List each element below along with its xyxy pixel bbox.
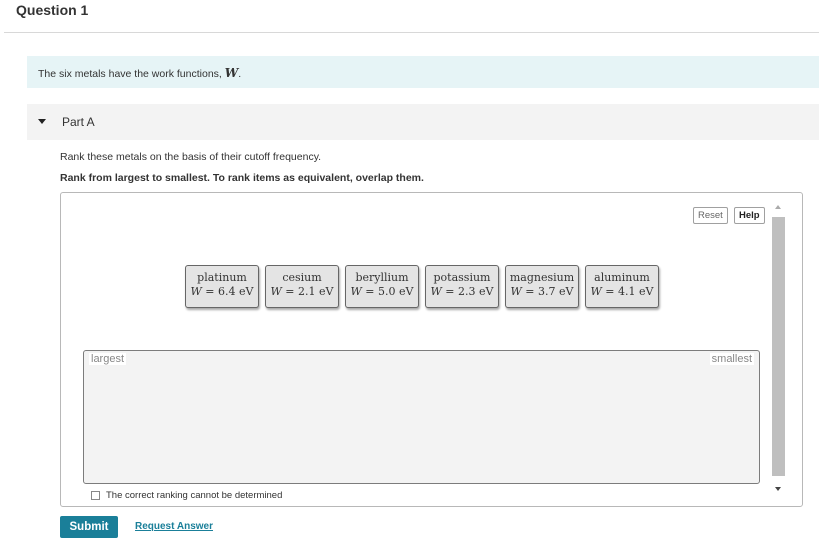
cannot-determine-label: The correct ranking cannot be determined: [106, 490, 283, 500]
tile-name: beryllium: [355, 271, 409, 284]
tile-variable: W: [510, 285, 522, 298]
scrollbar-thumb[interactable]: [772, 217, 785, 476]
tile-name: magnesium: [509, 271, 575, 284]
intro-box: The six metals have the work functions, …: [27, 56, 819, 88]
tile-variable: W: [430, 285, 442, 298]
caret-down-icon[interactable]: [38, 119, 46, 124]
intro-text-main: The six metals have the work functions,: [38, 68, 225, 80]
tile-cesium[interactable]: cesium W = 2.1 eV: [265, 265, 339, 308]
tile-name: aluminum: [594, 271, 650, 284]
question-title: Question 1: [16, 2, 89, 18]
tile-variable: W: [190, 285, 202, 298]
tile-name: potassium: [433, 271, 491, 284]
tile-work-function: W = 6.4 eV: [190, 285, 254, 298]
tile-platinum[interactable]: platinum W = 6.4 eV: [185, 265, 259, 308]
tile-variable: W: [590, 285, 602, 298]
help-button[interactable]: Help: [734, 207, 765, 224]
scroll-up-arrow-icon[interactable]: [775, 205, 781, 209]
submit-button[interactable]: Submit: [60, 516, 118, 538]
tile-variable: W: [350, 285, 362, 298]
scrollbar[interactable]: [771, 203, 786, 498]
instruction-bold-text: Rank from largest to smallest. To rank i…: [60, 172, 424, 184]
intro-suffix: .: [238, 68, 242, 80]
tile-work-function: W = 3.7 eV: [510, 285, 574, 298]
tile-work-function: W = 5.0 eV: [350, 285, 414, 298]
tile-variable: W: [270, 285, 282, 298]
ranking-drop-zone[interactable]: largest smallest: [83, 350, 760, 484]
tile-work-function: W = 2.3 eV: [430, 285, 494, 298]
tile-potassium[interactable]: potassium W = 2.3 eV: [425, 265, 499, 308]
intro-text: The six metals have the work functions, …: [38, 66, 241, 80]
tile-work-function: W = 4.1 eV: [590, 285, 654, 298]
header-divider: [4, 32, 819, 33]
smallest-label: smallest: [709, 353, 754, 365]
part-label: Part A: [62, 115, 95, 129]
tile-value: 6.4 eV: [218, 285, 254, 298]
tile-magnesium[interactable]: magnesium W = 3.7 eV: [505, 265, 579, 308]
tile-value: 4.1 eV: [618, 285, 654, 298]
scroll-down-arrow-icon[interactable]: [775, 487, 781, 491]
tile-value: 2.3 eV: [458, 285, 494, 298]
cannot-determine-checkbox[interactable]: [91, 491, 100, 500]
instruction-text: Rank these metals on the basis of their …: [60, 151, 322, 163]
tile-name: cesium: [282, 271, 322, 284]
largest-label: largest: [89, 353, 127, 365]
tile-value: 5.0 eV: [378, 285, 414, 298]
tile-work-function: W = 2.1 eV: [270, 285, 334, 298]
tile-aluminum[interactable]: aluminum W = 4.1 eV: [585, 265, 659, 308]
reset-button[interactable]: Reset: [693, 207, 728, 224]
ranking-panel: Reset Help platinum W = 6.4 eV cesium W …: [60, 192, 803, 507]
tile-value: 3.7 eV: [538, 285, 574, 298]
tile-beryllium[interactable]: beryllium W = 5.0 eV: [345, 265, 419, 308]
tile-value: 2.1 eV: [298, 285, 334, 298]
tile-name: platinum: [197, 271, 247, 284]
intro-variable: W: [224, 66, 239, 80]
cannot-determine-option[interactable]: The correct ranking cannot be determined: [91, 490, 282, 500]
request-answer-link[interactable]: Request Answer: [135, 521, 213, 532]
part-a-header[interactable]: Part A: [27, 104, 819, 140]
